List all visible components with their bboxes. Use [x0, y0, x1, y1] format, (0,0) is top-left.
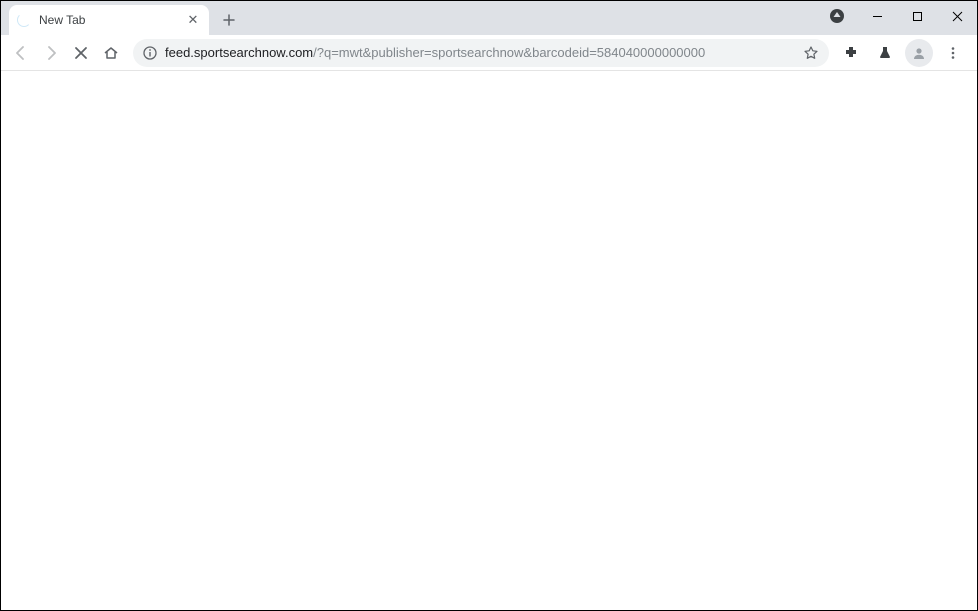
labs-icon[interactable]: [871, 39, 899, 67]
window-minimize-button[interactable]: [857, 1, 897, 31]
menu-button[interactable]: [939, 39, 967, 67]
guest-icon[interactable]: [817, 1, 857, 31]
url-text: feed.sportsearchnow.com/?q=mwt&publisher…: [165, 45, 795, 60]
address-bar[interactable]: feed.sportsearchnow.com/?q=mwt&publisher…: [133, 39, 829, 67]
new-tab-button[interactable]: [215, 6, 243, 34]
home-button[interactable]: [97, 39, 125, 67]
url-path: /?q=mwt&publisher=sportsearchnow&barcode…: [313, 45, 705, 60]
toolbar-right: [837, 39, 971, 67]
bookmark-star-icon[interactable]: [803, 45, 819, 61]
titlebar: New Tab ✕: [1, 1, 977, 35]
window-maximize-button[interactable]: [897, 1, 937, 31]
url-host: feed.sportsearchnow.com: [165, 45, 313, 60]
page-content: [1, 71, 977, 610]
toolbar: feed.sportsearchnow.com/?q=mwt&publisher…: [1, 35, 977, 71]
stop-button[interactable]: [67, 39, 95, 67]
extensions-icon[interactable]: [837, 39, 865, 67]
tab-close-button[interactable]: ✕: [185, 12, 201, 28]
forward-button[interactable]: [37, 39, 65, 67]
browser-tab[interactable]: New Tab ✕: [9, 5, 209, 35]
window-controls: [817, 1, 977, 31]
back-button[interactable]: [7, 39, 35, 67]
profile-avatar-icon[interactable]: [905, 39, 933, 67]
loading-spinner-icon: [17, 13, 31, 27]
window-close-button[interactable]: [937, 1, 977, 31]
site-info-icon[interactable]: [143, 46, 157, 60]
tab-title: New Tab: [39, 13, 177, 27]
